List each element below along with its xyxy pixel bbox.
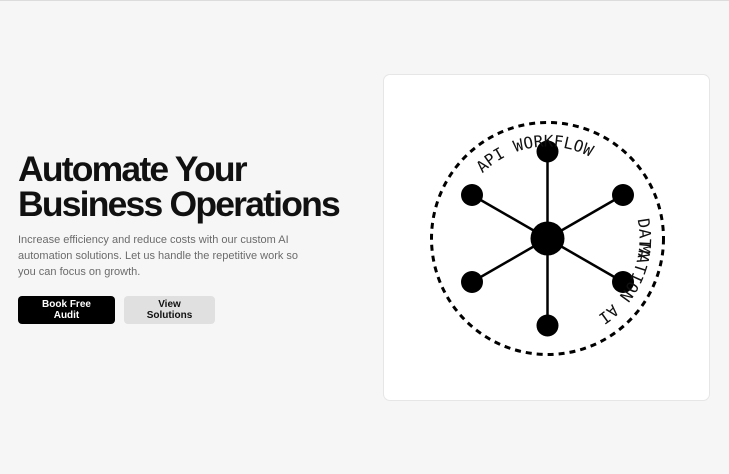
hub-node <box>461 184 483 206</box>
hub-center-node <box>530 221 565 256</box>
hub-node <box>612 184 634 206</box>
headline-line-1: Automate Your <box>18 149 248 189</box>
network-hub-icon: WORKFLOW DATA AUTOMATION AI API <box>384 75 665 356</box>
hero-subtext: Increase efficiency and reduce costs wit… <box>18 234 299 278</box>
ring-word-api: API <box>472 143 507 176</box>
headline-line-2: Business Operations <box>18 184 341 224</box>
book-free-audit-button[interactable]: Book Free Audit <box>18 296 115 324</box>
illustration-card: WORKFLOW DATA AUTOMATION AI API <box>383 74 710 401</box>
hero-actions: Book Free Audit View Solutions <box>18 296 215 324</box>
top-divider <box>0 0 729 1</box>
view-solutions-button[interactable]: View Solutions <box>124 296 215 324</box>
hub-node <box>536 314 559 337</box>
hero-section: Automate Your Business Operations Increa… <box>18 149 363 280</box>
hero-headline: Automate Your Business Operations <box>18 149 363 224</box>
hub-node <box>461 271 483 293</box>
